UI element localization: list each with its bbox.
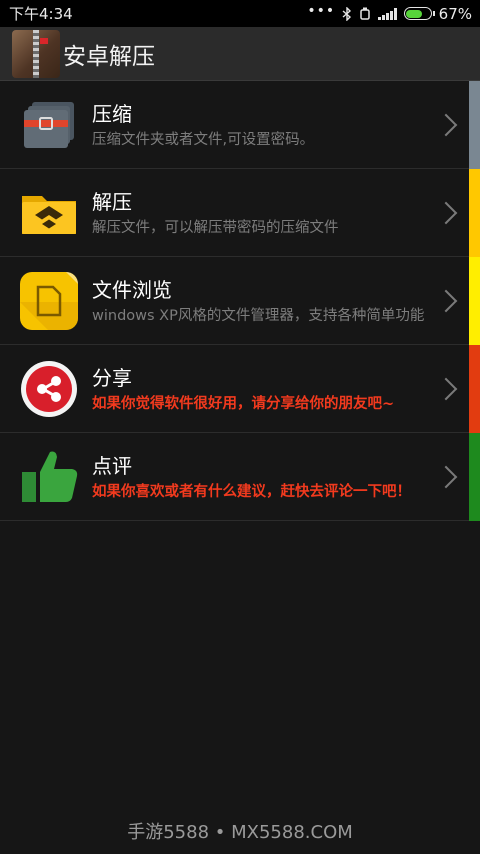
- menu-item-review[interactable]: 点评 如果你喜欢或者有什么建议，赶快去评论一下吧！: [0, 433, 480, 521]
- share-icon: [21, 361, 77, 417]
- accent-strip: [469, 169, 480, 257]
- status-time: 下午4:34: [9, 5, 73, 23]
- status-icons: ••• 67%: [307, 2, 472, 23]
- bluetooth-icon: [342, 6, 352, 21]
- watermark-text: 手游5588 • MX5588.COM: [127, 822, 353, 843]
- signal-icon: [378, 7, 397, 20]
- menu-item-share[interactable]: 分享 如果你觉得软件很好用，请分享给你的朋友吧~: [0, 345, 480, 433]
- status-bar: 下午4:34 ••• 67%: [0, 0, 480, 27]
- thumbs-up-icon: [22, 451, 78, 502]
- extract-folder-icon: [22, 196, 76, 234]
- app-title: 安卓解压: [63, 43, 155, 70]
- app-title-bar: 安卓解压: [0, 27, 480, 81]
- menu-item-title: 压缩: [92, 102, 132, 126]
- accent-strip: [469, 433, 480, 521]
- battery-percent: 67%: [438, 4, 472, 23]
- menu-item-file-browser[interactable]: 文件浏览 windows XP风格的文件管理器，支持各种简单功能: [0, 257, 480, 345]
- accent-strip: [469, 345, 480, 433]
- accent-strip: [469, 81, 480, 169]
- menu-item-title: 点评: [92, 454, 132, 478]
- menu-item-title: 分享: [92, 366, 132, 390]
- alarm-icon: [360, 7, 370, 20]
- menu-item-subtitle: windows XP风格的文件管理器，支持各种简单功能: [92, 308, 425, 324]
- accent-strip: [469, 257, 480, 345]
- menu-item-subtitle: 如果你觉得软件很好用，请分享给你的朋友吧~: [92, 396, 395, 412]
- menu-item-compress[interactable]: 压缩 压缩文件夹或者文件,可设置密码。: [0, 81, 480, 169]
- menu-item-title: 文件浏览: [92, 278, 172, 302]
- menu-item-extract[interactable]: 解压 解压文件，可以解压带密码的压缩文件: [0, 169, 480, 257]
- more-dots-icon: •••: [307, 2, 336, 19]
- compress-icon: [24, 102, 74, 148]
- menu-item-subtitle: 解压文件，可以解压带密码的压缩文件: [92, 220, 339, 236]
- app-logo-icon: [12, 29, 60, 78]
- menu-list: 压缩 压缩文件夹或者文件,可设置密码。 解压 解压文件，可以解压带密码的压缩文件…: [0, 81, 480, 521]
- menu-item-subtitle: 如果你喜欢或者有什么建议，赶快去评论一下吧！: [92, 484, 411, 500]
- file-browser-icon: [20, 272, 78, 330]
- menu-item-subtitle: 压缩文件夹或者文件,可设置密码。: [92, 132, 315, 148]
- battery-icon: [403, 7, 435, 20]
- menu-item-title: 解压: [92, 190, 132, 214]
